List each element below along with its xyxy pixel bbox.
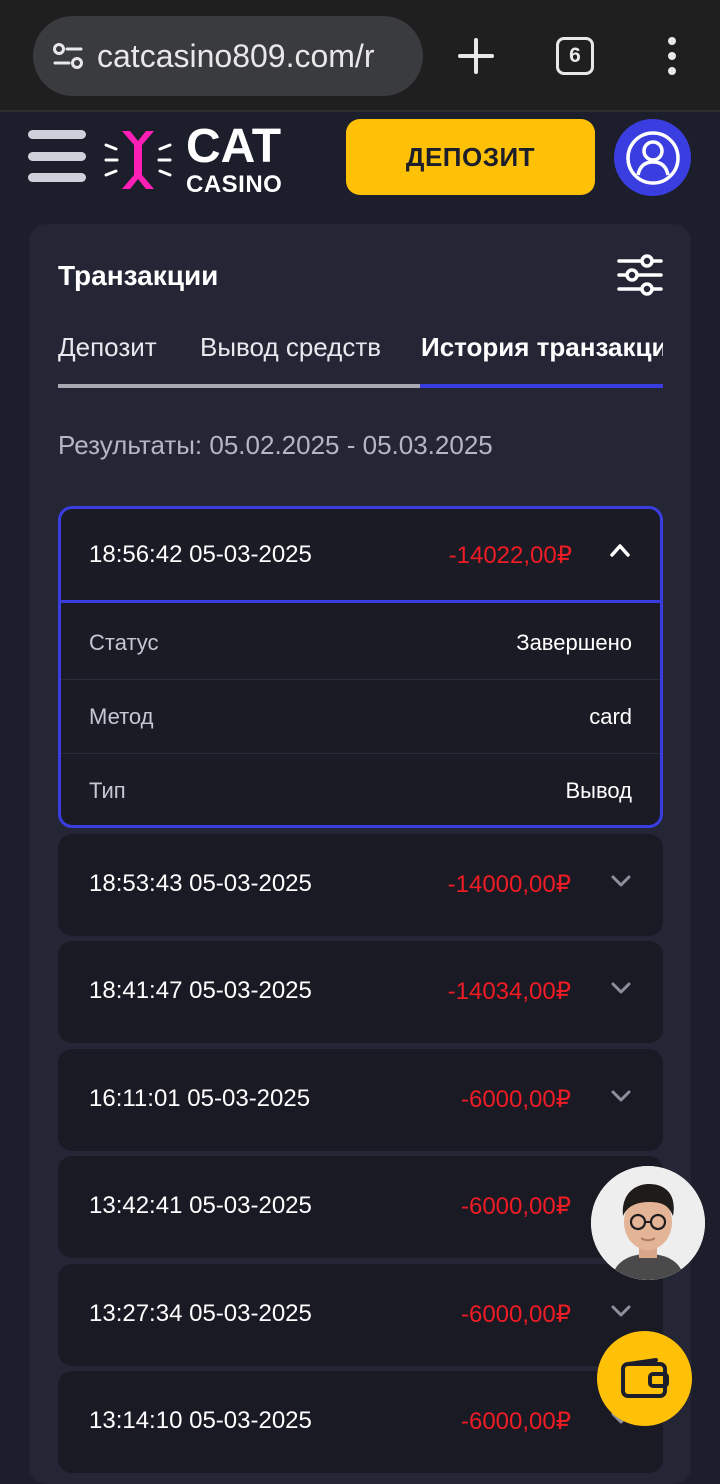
results-date-range: Результаты: 05.02.2025 - 05.03.2025 xyxy=(58,430,493,460)
transaction-amount: -6000,00₽ xyxy=(460,1086,571,1113)
kebab-dot xyxy=(668,67,676,75)
chevron-down-icon[interactable] xyxy=(611,874,631,893)
tab-switcher-button[interactable]: 6 xyxy=(556,37,594,75)
tab-history[interactable]: История транзакций xyxy=(421,332,663,363)
hamburger-menu-icon[interactable] xyxy=(28,130,86,182)
logo-cat-icon xyxy=(104,131,172,189)
transaction-datetime: 13:14:10 05-03-2025 xyxy=(89,1407,312,1434)
deposit-button[interactable]: ДЕПОЗИТ xyxy=(346,119,595,195)
transaction-datetime: 18:41:47 05-03-2025 xyxy=(89,977,312,1004)
site-settings-icon[interactable] xyxy=(51,39,85,73)
chevron-down-icon[interactable] xyxy=(611,1089,631,1108)
transaction-item-expanded: 18:56:42 05-03-2025 -14022,00₽ Статус За… xyxy=(58,506,663,828)
wallet-button[interactable] xyxy=(597,1331,692,1426)
transaction-amount: -14022,00₽ xyxy=(448,542,572,569)
cat-casino-logo[interactable]: CAT CASINO xyxy=(104,120,282,200)
browser-toolbar: catcasino809.com/r 6 xyxy=(0,0,720,112)
detail-label: Тип xyxy=(89,778,126,803)
transaction-item[interactable]: 16:11:01 05-03-2025 -6000,00₽ xyxy=(58,1049,663,1151)
url-text[interactable]: catcasino809.com/r xyxy=(97,38,374,75)
transaction-tabs: Депозит Вывод средств История транзакций xyxy=(58,332,663,390)
chevron-down-icon[interactable] xyxy=(611,981,631,1000)
transaction-item[interactable]: 13:27:34 05-03-2025 -6000,00₽ xyxy=(58,1264,663,1366)
transaction-amount: -6000,00₽ xyxy=(460,1193,571,1220)
new-tab-button[interactable] xyxy=(452,32,500,80)
tab-deposit[interactable]: Депозит xyxy=(58,332,157,363)
detail-row-status: Статус Завершено xyxy=(61,606,660,680)
detail-label: Статус xyxy=(89,630,159,655)
transaction-datetime: 18:53:43 05-03-2025 xyxy=(89,870,312,897)
chevron-down-icon[interactable] xyxy=(611,1304,631,1323)
detail-row-method: Метод card xyxy=(61,680,660,754)
transaction-item[interactable]: 18:53:43 05-03-2025 -14000,00₽ xyxy=(58,834,663,936)
detail-value: Вывод xyxy=(565,778,632,803)
support-chat-avatar[interactable] xyxy=(591,1166,705,1280)
filter-button[interactable] xyxy=(617,254,663,296)
detail-value: card xyxy=(589,704,632,729)
logo-main-text: CAT xyxy=(186,120,282,173)
detail-row-type: Тип Вывод xyxy=(61,754,660,825)
active-tab-indicator xyxy=(420,384,663,388)
transaction-amount: -6000,00₽ xyxy=(460,1408,571,1435)
browser-menu-button[interactable] xyxy=(652,32,692,80)
profile-button[interactable] xyxy=(614,119,691,196)
transaction-header[interactable]: 18:56:42 05-03-2025 -14022,00₽ xyxy=(61,509,660,603)
transaction-datetime: 13:27:34 05-03-2025 xyxy=(89,1300,312,1327)
detail-label: Метод xyxy=(89,704,154,729)
logo-sub-text: CASINO xyxy=(186,171,283,198)
sliders-icon xyxy=(617,254,663,296)
tab-count: 6 xyxy=(569,44,581,67)
panel-title: Транзакции xyxy=(58,260,219,291)
kebab-dot xyxy=(668,37,676,45)
transaction-datetime: 18:56:42 05-03-2025 xyxy=(89,541,312,568)
detail-value: Завершено xyxy=(516,630,632,655)
address-bar[interactable]: catcasino809.com/r xyxy=(33,16,423,96)
transaction-item[interactable]: 18:41:47 05-03-2025 -14034,00₽ xyxy=(58,941,663,1043)
chevron-up-icon[interactable] xyxy=(610,543,630,562)
plus-icon xyxy=(458,38,494,74)
transaction-amount: -14000,00₽ xyxy=(447,871,571,898)
wallet-icon xyxy=(620,1357,669,1398)
transaction-item[interactable]: 13:14:10 05-03-2025 -6000,00₽ xyxy=(58,1371,663,1473)
transactions-panel: Транзакции Депозит Вывод средств История… xyxy=(29,224,691,1484)
transaction-item[interactable]: 13:42:41 05-03-2025 -6000,00₽ xyxy=(58,1156,663,1258)
kebab-dot xyxy=(668,52,676,60)
transaction-amount: -6000,00₽ xyxy=(460,1301,571,1328)
transaction-amount: -14034,00₽ xyxy=(447,978,571,1005)
site-header: CAT CASINO ДЕПОЗИТ xyxy=(0,114,720,204)
transaction-datetime: 16:11:01 05-03-2025 xyxy=(89,1085,311,1112)
support-agent-avatar xyxy=(591,1166,705,1280)
tab-withdrawal[interactable]: Вывод средств xyxy=(200,332,381,363)
user-icon xyxy=(625,130,680,185)
transaction-datetime: 13:42:41 05-03-2025 xyxy=(89,1192,312,1219)
